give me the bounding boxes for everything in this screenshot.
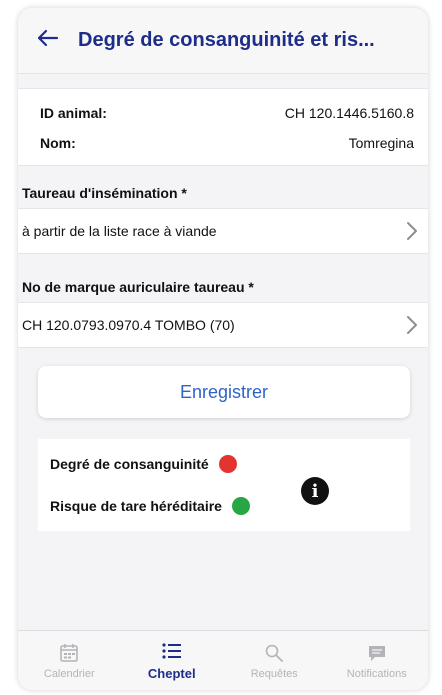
chevron-right-icon (406, 221, 418, 241)
message-icon (367, 642, 387, 664)
hereditary-risk-row: Risque de tare héréditaire (50, 495, 250, 517)
inbreeding-row: Degré de consanguinité (50, 453, 237, 475)
animal-id-row: ID animal: CH 120.1446.5160.8 (40, 103, 414, 123)
save-button[interactable]: Enregistrer (38, 366, 410, 418)
calendar-icon (59, 642, 79, 664)
hereditary-risk-status-dot (231, 497, 250, 515)
animal-name-label: Nom: (40, 135, 76, 151)
insemination-bull-value: à partir de la liste race à viande (22, 223, 217, 239)
info-circle-icon[interactable]: i (301, 477, 329, 505)
hereditary-risk-label: Risque de tare héréditaire (50, 498, 222, 514)
bottom-tab-bar: Calendrier Cheptel Requêtes Notification… (18, 630, 428, 690)
tab-label: Cheptel (147, 666, 196, 681)
tab-notifications[interactable]: Notifications (326, 631, 429, 690)
animal-name-value: Tomregina (348, 135, 414, 151)
tab-label: Notifications (346, 667, 407, 680)
inbreeding-label: Degré de consanguinité (50, 456, 209, 472)
ear-tag-label: No de marque auriculaire taureau * (22, 279, 254, 295)
chevron-right-icon (406, 315, 418, 335)
page-title: Degré de consanguinité et ris... (78, 29, 375, 51)
app-header: Degré de consanguinité et ris... (18, 8, 428, 74)
animal-name-row: Nom: Tomregina (40, 133, 414, 153)
search-icon (264, 642, 284, 664)
animal-info-card: ID animal: CH 120.1446.5160.8 Nom: Tomre… (18, 88, 428, 166)
ear-tag-select[interactable]: CH 120.0793.0970.4 TOMBO (70) (18, 302, 428, 348)
tab-requetes[interactable]: Requêtes (223, 631, 326, 690)
list-icon (161, 640, 183, 662)
ear-tag-value: CH 120.0793.0970.4 TOMBO (70) (22, 317, 235, 333)
tab-label: Requêtes (250, 667, 298, 680)
tab-label: Calendrier (43, 667, 95, 680)
tab-cheptel[interactable]: Cheptel (121, 631, 224, 690)
phone-screen: Degré de consanguinité et ris... ID anim… (18, 8, 428, 690)
inbreeding-status-dot (218, 455, 237, 473)
animal-id-value: CH 120.1446.5160.8 (284, 105, 414, 121)
back-button[interactable] (18, 8, 78, 74)
animal-id-label: ID animal: (40, 105, 107, 121)
insemination-bull-label: Taureau d'insémination * (22, 185, 187, 201)
tab-calendrier[interactable]: Calendrier (18, 631, 121, 690)
arrow-left-icon (37, 29, 59, 52)
insemination-bull-select[interactable]: à partir de la liste race à viande (18, 208, 428, 254)
results-card: Degré de consanguinité Risque de tare hé… (38, 439, 410, 531)
